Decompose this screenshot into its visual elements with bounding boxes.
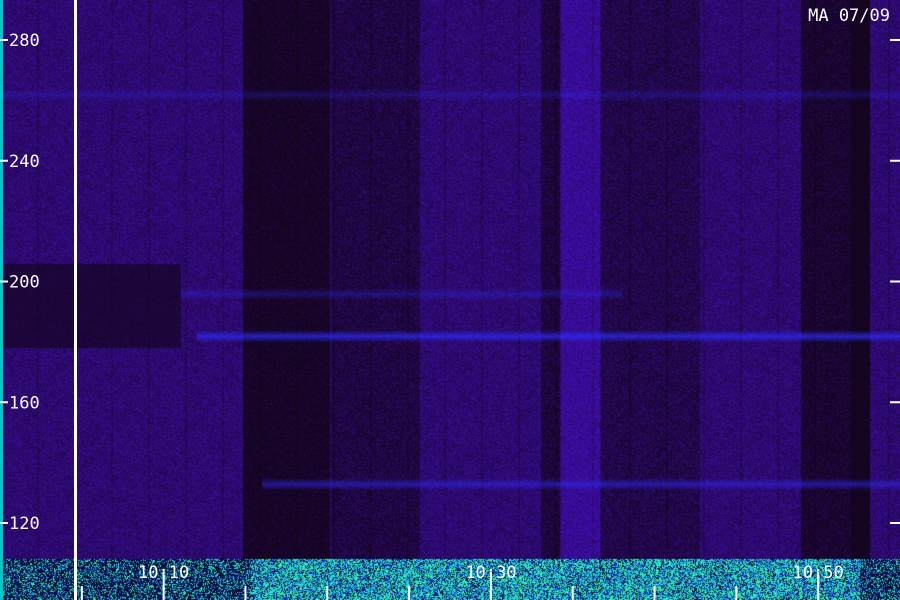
y-tick-left [0, 159, 8, 162]
y-tick-right [890, 522, 900, 524]
x-tick [326, 586, 329, 600]
y-tick-left [0, 522, 8, 524]
station-date-label: MA 07/09 [808, 6, 890, 26]
x-tick [571, 586, 574, 600]
y-tick-left [0, 401, 8, 404]
y-tick-label: 280 [9, 31, 40, 51]
x-tick-label: 10:50 [793, 563, 844, 583]
y-tick-label: 240 [9, 152, 40, 172]
x-tick [408, 586, 411, 600]
x-tick [244, 586, 247, 600]
y-tick-label: 120 [9, 514, 40, 534]
y-axis-line [74, 0, 77, 600]
y-tick-right [890, 280, 900, 283]
x-tick [653, 586, 656, 600]
x-tick [80, 586, 83, 600]
x-tick-label: 10:30 [465, 563, 516, 583]
y-tick-label: 160 [9, 393, 40, 413]
y-tick-right [890, 159, 900, 162]
spectrogram-chart: 120 160 200 240 280 10:10 10:30 10:50 MA 07/09 [0, 0, 900, 600]
y-tick-label: 200 [9, 273, 40, 293]
y-tick-right [890, 39, 900, 41]
y-tick-left [0, 280, 8, 283]
y-tick-left [0, 39, 8, 41]
x-tick-label: 10:10 [138, 563, 189, 583]
x-tick [735, 586, 738, 600]
y-tick-right [890, 401, 900, 404]
left-edge-strip [0, 0, 3, 600]
axis-overlay: 120 160 200 240 280 10:10 10:30 10:50 [0, 0, 900, 600]
